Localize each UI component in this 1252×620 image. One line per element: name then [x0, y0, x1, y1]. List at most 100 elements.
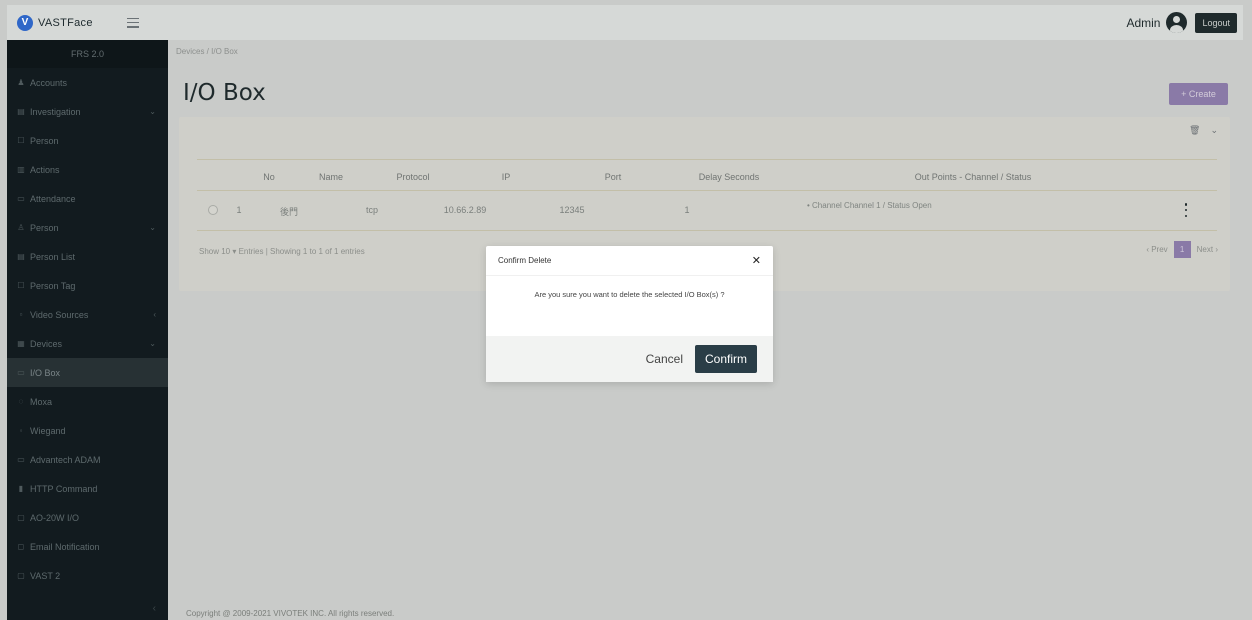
sidebar-item-label: Investigation: [30, 106, 81, 117]
confirm-delete-dialog: Confirm Delete ✕ Are you sure you want t…: [486, 246, 773, 382]
sidebar-item-label: Accounts: [30, 77, 68, 88]
page-number-button[interactable]: 1: [1173, 241, 1191, 258]
chevron-icon: ⌄: [149, 223, 156, 232]
sidebar-item-vast-2[interactable]: ▢ VAST 2: [7, 561, 168, 590]
person-list-icon: ▤: [17, 252, 25, 261]
user-area: Admin Logout: [1126, 12, 1243, 33]
sidebar-item-actions[interactable]: ▥ Actions: [7, 155, 168, 184]
confirm-button[interactable]: Confirm: [694, 345, 757, 373]
sidebar-item-advantech-adam[interactable]: ▭ Advantech ADAM: [7, 445, 168, 474]
column-header-no[interactable]: No: [263, 172, 275, 182]
accounts-icon: ♟: [17, 78, 25, 87]
sidebar-version: FRS 2.0: [7, 40, 168, 68]
card-tools: 🗑 ⌄: [1189, 125, 1218, 136]
sidebar-item-label: Wiegand: [30, 425, 66, 436]
page-title: I/O Box: [183, 80, 266, 106]
row-actions-icon[interactable]: [1184, 203, 1188, 217]
chevron-icon: ‹: [153, 310, 156, 319]
user-avatar-icon[interactable]: [1166, 12, 1188, 33]
sidebar-item-label: Email Notification: [30, 541, 100, 552]
sidebar-item-devices[interactable]: ▦ Devices ⌄: [7, 329, 168, 358]
sidebar-item-label: Video Sources: [30, 309, 89, 320]
brand-logo-icon: V: [17, 14, 33, 31]
close-icon[interactable]: ✕: [752, 254, 761, 267]
next-page-button[interactable]: Next ›: [1197, 245, 1218, 254]
sidebar-item-label: Actions: [30, 164, 60, 175]
cell-delay: 1: [684, 205, 690, 215]
cancel-button[interactable]: Cancel: [646, 352, 683, 366]
person-group-icon: ♙: [17, 223, 25, 232]
table-header: No Name Protocol IP Port Delay Seconds O…: [197, 159, 1217, 191]
chevron-down-icon[interactable]: ⌄: [1210, 125, 1218, 136]
row-select-radio[interactable]: [208, 205, 218, 215]
sidebar-item-person-tag[interactable]: ☐ Person Tag: [7, 271, 168, 300]
sidebar-item-i-o-box[interactable]: ▭ I/O Box: [7, 358, 168, 387]
sidebar-item-video-sources[interactable]: ▫ Video Sources ‹: [7, 300, 168, 329]
wiegand-icon: ◦: [19, 426, 23, 435]
sidebar-item-investigation[interactable]: ▤ Investigation ⌄: [7, 97, 168, 126]
ao-icon: ▢: [17, 513, 25, 522]
sidebar-item-attendance[interactable]: ▭ Attendance: [7, 184, 168, 213]
sidebar-menu: ♟ Accounts ▤ Investigation ⌄ ☐ Person ▥ Actions ▭…: [7, 68, 168, 590]
sidebar: FRS 2.0 ♟ Accounts ▤ Investigation ⌄ ☐ Person ▥…: [7, 40, 168, 620]
cell-port: 12345: [559, 205, 585, 215]
column-header-delay[interactable]: Delay Seconds: [699, 172, 760, 182]
actions-icon: ▥: [17, 165, 25, 174]
column-header-out-points: Out Points - Channel / Status: [914, 172, 1032, 182]
cell-no: 1: [236, 205, 242, 215]
tag-icon: ☐: [17, 281, 25, 290]
create-button[interactable]: + Create: [1169, 83, 1228, 105]
vast-icon: ▢: [17, 571, 25, 580]
adam-icon: ▭: [17, 455, 25, 464]
sidebar-item-http-command[interactable]: ▮ HTTP Command: [7, 474, 168, 503]
sidebar-collapse-icon[interactable]: ‹: [153, 603, 156, 614]
sidebar-item-label: I/O Box: [30, 367, 61, 378]
devices-icon: ▦: [17, 339, 25, 348]
menu-toggle-icon[interactable]: [126, 17, 139, 28]
delete-icon[interactable]: 🗑: [1189, 125, 1200, 136]
sidebar-item-label: HTTP Command: [30, 483, 98, 494]
column-header-ip[interactable]: IP: [502, 172, 511, 182]
cell-protocol: tcp: [365, 205, 379, 215]
email-icon: ◻: [17, 542, 25, 551]
brand-name: VASTFace: [38, 16, 93, 29]
breadcrumb[interactable]: Devices / I/O Box: [176, 47, 238, 56]
chevron-icon: ⌄: [149, 339, 156, 348]
sidebar-item-email-notification[interactable]: ◻ Email Notification: [7, 532, 168, 561]
brand[interactable]: V VASTFace: [7, 5, 175, 40]
column-header-name[interactable]: Name: [319, 172, 343, 182]
cell-name: 後門: [279, 207, 299, 217]
entries-info[interactable]: Show 10 ▾ Entries | Showing 1 to 1 of 1 …: [199, 247, 365, 256]
sidebar-item-person[interactable]: ♙ Person ⌄: [7, 213, 168, 242]
sidebar-item-ao-20w-i-o[interactable]: ▢ AO-20W I/O: [7, 503, 168, 532]
sidebar-item-label: AO-20W I/O: [30, 512, 80, 523]
sidebar-item-person-list[interactable]: ▤ Person List: [7, 242, 168, 271]
sidebar-item-label: Person: [30, 222, 59, 233]
cell-out-points: • Channel Channel 1 / Status Open: [807, 201, 932, 210]
sidebar-item-wiegand[interactable]: ◦ Wiegand: [7, 416, 168, 445]
io-box-icon: ▭: [17, 368, 25, 377]
sidebar-item-label: Person: [30, 135, 59, 146]
column-header-port[interactable]: Port: [605, 172, 622, 182]
http-icon: ▮: [18, 484, 24, 493]
prev-page-button[interactable]: ‹ Prev: [1146, 245, 1167, 254]
investigation-icon: ▤: [17, 107, 25, 116]
dialog-message: Are you sure you want to delete the sele…: [534, 290, 725, 299]
dialog-title: Confirm Delete: [498, 256, 552, 265]
top-bar: V VASTFace Admin Logout: [7, 5, 1243, 40]
cell-ip: 10.66.2.89: [443, 205, 487, 215]
logout-button[interactable]: Logout: [1195, 12, 1237, 33]
chevron-icon: ⌄: [149, 107, 156, 116]
copyright: Copyright @ 2009-2021 VIVOTEK INC. All r…: [186, 609, 395, 618]
table-row[interactable]: 1 後門 tcp 10.66.2.89 12345 1 • Channel Ch…: [197, 191, 1217, 231]
column-header-protocol[interactable]: Protocol: [396, 172, 429, 182]
sidebar-item-label: Person List: [30, 251, 76, 262]
attendance-icon: ▭: [17, 194, 25, 203]
sidebar-item-accounts[interactable]: ♟ Accounts: [7, 68, 168, 97]
sidebar-item-label: Attendance: [30, 193, 76, 204]
sidebar-item-person[interactable]: ☐ Person: [7, 126, 168, 155]
admin-name: Admin: [1126, 15, 1161, 30]
dialog-footer: Cancel Confirm: [486, 336, 773, 382]
sidebar-item-label: VAST 2: [30, 570, 61, 581]
sidebar-item-moxa[interactable]: ◌ Moxa: [7, 387, 168, 416]
